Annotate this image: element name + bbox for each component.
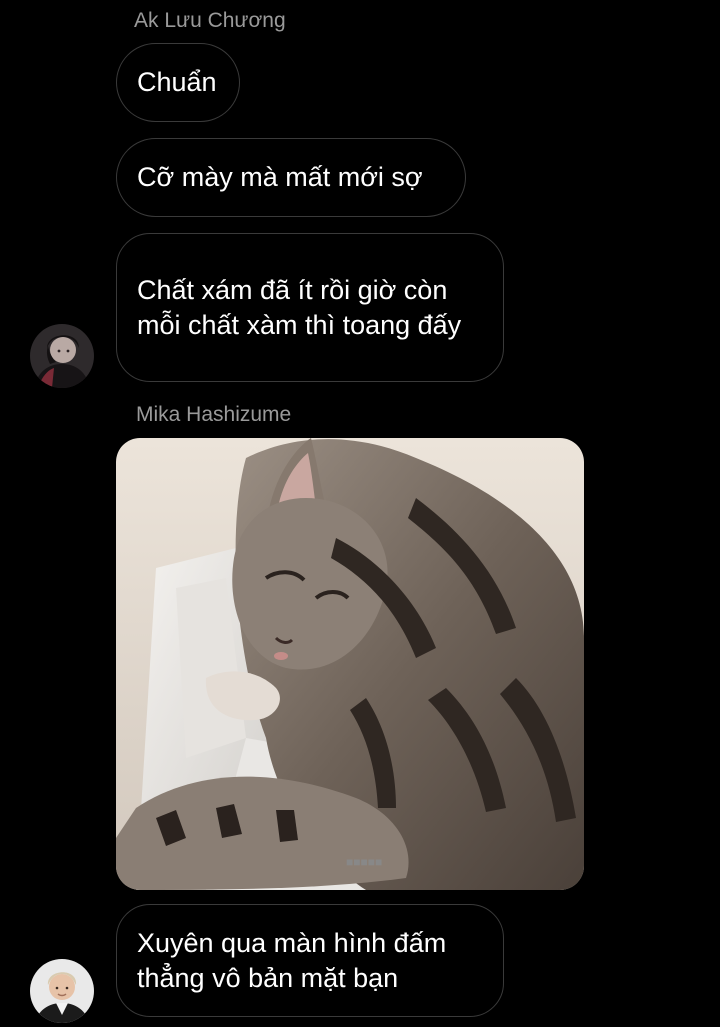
sender-name: Mika Hashizume [136,403,292,426]
message-text: Chất xám đã ít rồi giờ còn mỗi chất xàm … [137,274,462,340]
svg-text:■■■■■: ■■■■■ [346,855,382,869]
user-avatar-light-icon [30,959,94,1023]
user-avatar-dark-icon [30,324,94,388]
message-text: Xuyên qua màn hình đấm thẳng vô bản mặt … [137,927,447,993]
tabby-cat-photo-icon: ■■■■■ [116,438,584,890]
message-bubble[interactable]: Cỡ mày mà mất mới sợ [116,138,466,217]
message-bubble[interactable]: Chuẩn [116,43,240,122]
sender-name: Ak Lưu Chương [134,9,286,32]
message-text: Chuẩn [137,67,217,97]
sender-avatar[interactable] [30,959,94,1023]
shared-image[interactable]: ■■■■■ [116,438,584,890]
message-bubble[interactable]: Chất xám đã ít rồi giờ còn mỗi chất xàm … [116,233,504,382]
message-bubble[interactable]: Xuyên qua màn hình đấm thẳng vô bản mặt … [116,904,504,1017]
message-text: Cỡ mày mà mất mới sợ [137,162,423,192]
sender-avatar[interactable] [30,324,94,388]
